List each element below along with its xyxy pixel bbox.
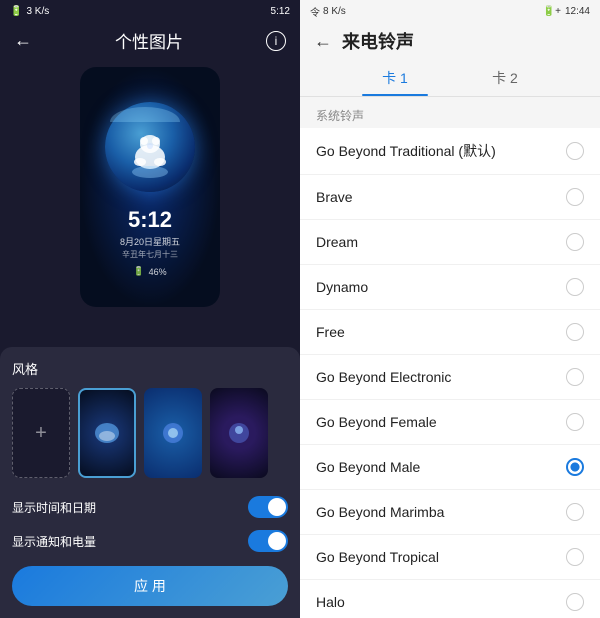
ringtone-name: Go Beyond Female [316,414,437,430]
style-thumb-3[interactable] [210,388,268,478]
radio-button[interactable] [566,368,584,386]
add-style-thumb[interactable]: + [12,388,70,478]
style-title: 风格 [12,359,288,378]
toggle-datetime-row: 显示时间和日期 [12,490,288,524]
bear-svg [105,102,195,192]
back-button-left[interactable]: ← [14,30,32,51]
radio-button[interactable] [566,233,584,251]
ringtone-name: Dream [316,234,358,250]
ringtone-name: Go Beyond Electronic [316,369,451,385]
ringtone-name: Go Beyond Male [316,459,420,475]
battery-level: 46% [149,267,167,277]
toggle-notifications-row: 显示通知和电量 [12,524,288,558]
style-thumbnails: + [12,388,288,478]
preview-lunar-date: 辛丑年七月十三 [122,249,178,260]
right-panel: 令 8 K/s 🔋+ 12:44 ← 来电铃声 卡 1 卡 2 系统铃声 Go … [300,0,600,618]
preview-battery: 🔋 46% [133,266,166,277]
ringtone-item[interactable]: Go Beyond Female [300,400,600,445]
ringtone-item[interactable]: Halo [300,580,600,618]
left-status-network: 🔋 3 K/s [10,6,49,17]
polar-bear-scene [100,97,200,197]
time-display-left: 5:12 [271,6,290,17]
toggle-notifications-label: 显示通知和电量 [12,533,96,550]
add-icon: + [35,422,47,445]
left-status-bar: 🔋 3 K/s 5:12 [0,0,300,22]
ringtone-name: Brave [316,189,353,205]
ringtone-item[interactable]: Go Beyond Traditional (默认) [300,128,600,175]
radio-button[interactable] [566,458,584,476]
left-status-time: 5:12 [271,6,290,17]
ringtone-name: Dynamo [316,279,368,295]
ringtone-item[interactable]: Go Beyond Electronic [300,355,600,400]
apply-button[interactable]: 应 用 [12,566,288,606]
radio-button[interactable] [566,142,584,160]
toggle-notifications[interactable] [248,530,288,552]
network-speed: 3 K/s [26,6,49,17]
toggle-datetime-label: 显示时间和日期 [12,499,96,516]
right-network-icon: 令 [310,4,320,19]
ringtone-item[interactable]: Go Beyond Male [300,445,600,490]
right-status-network: 令 8 K/s [310,4,346,19]
wallpaper-preview: 5:12 8月20日星期五 辛丑年七月十三 🔋 46% [80,67,220,307]
thumb-2-icon [158,418,188,448]
back-button-right[interactable]: ← [314,31,332,52]
left-page-title: 个性图片 [115,28,183,53]
right-time-display: 12:44 [565,6,590,17]
preview-time: 5:12 [128,207,172,233]
ringtone-name: Halo [316,594,345,610]
tabs-row: 卡 1 卡 2 [300,60,600,97]
right-top-bar: ← 来电铃声 [300,22,600,60]
ringtone-section-header: 系统铃声 [300,97,600,128]
ringtone-name: Free [316,324,345,340]
ringtone-item[interactable]: Dream [300,220,600,265]
thumb-3-icon [224,418,254,448]
info-icon: i [275,34,278,48]
left-panel: 🔋 3 K/s 5:12 ← 个性图片 i [0,0,300,618]
tab-card-1[interactable]: 卡 1 [340,60,450,96]
radio-button[interactable] [566,188,584,206]
battery-icon: 🔋 [133,266,144,277]
right-page-title: 来电铃声 [342,28,414,54]
style-thumb-1[interactable] [78,388,136,478]
right-battery-icon: 🔋+ [543,6,561,17]
radio-button[interactable] [566,503,584,521]
ringtone-item[interactable]: Go Beyond Tropical [300,535,600,580]
ringtone-item[interactable]: Go Beyond Marimba [300,490,600,535]
ringtone-name: Go Beyond Traditional (默认) [316,141,496,161]
tab-card-2[interactable]: 卡 2 [450,60,560,96]
radio-button[interactable] [566,413,584,431]
network-icon: 🔋 [10,6,22,17]
ringtone-item[interactable]: Free [300,310,600,355]
radio-button[interactable] [566,593,584,611]
style-thumb-2[interactable] [144,388,202,478]
info-button[interactable]: i [266,31,286,51]
left-top-bar: ← 个性图片 i [0,22,300,59]
ringtone-item[interactable]: Brave [300,175,600,220]
toggle-datetime[interactable] [248,496,288,518]
radio-button[interactable] [566,548,584,566]
radio-button[interactable] [566,323,584,341]
preview-date: 8月20日星期五 [120,235,180,248]
radio-button[interactable] [566,278,584,296]
right-network-speed: 8 K/s [323,6,346,17]
thumb-1-icon [92,418,122,448]
ringtone-name: Go Beyond Tropical [316,549,439,565]
ringtone-item[interactable]: Dynamo [300,265,600,310]
ringtone-name: Go Beyond Marimba [316,504,444,520]
right-status-bar: 令 8 K/s 🔋+ 12:44 [300,0,600,22]
ringtone-list: Go Beyond Traditional (默认) Brave Dream Dyna… [300,128,600,618]
right-status-time: 🔋+ 12:44 [543,6,590,17]
style-section: 风格 + [0,347,300,618]
